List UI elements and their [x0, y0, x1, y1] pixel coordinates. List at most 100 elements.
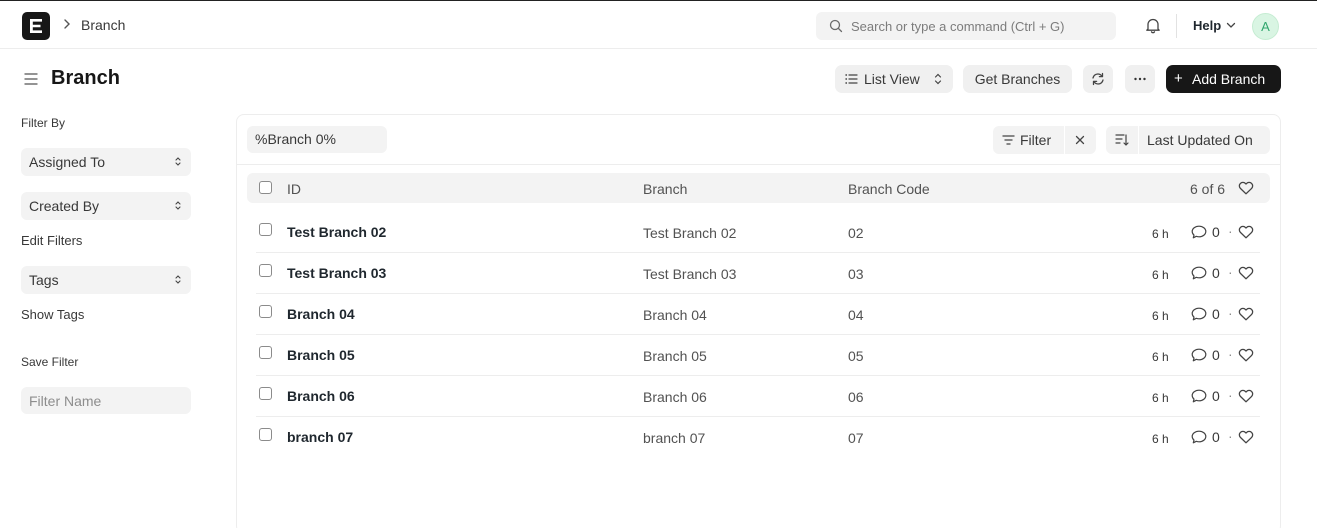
row-id-link[interactable]: Test Branch 02: [287, 224, 386, 240]
add-branch-button[interactable]: + Add Branch: [1166, 65, 1281, 93]
separator-dot: ·: [1228, 264, 1233, 280]
search-bar[interactable]: [816, 12, 1116, 40]
help-dropdown[interactable]: Help: [1193, 18, 1221, 33]
row-comment-count: 0: [1212, 347, 1220, 363]
tags-filter[interactable]: Tags: [21, 266, 191, 294]
row-modified-time: 6 h: [1152, 391, 1169, 405]
heart-icon[interactable]: [1238, 181, 1254, 195]
select-arrows-icon: [934, 73, 942, 85]
comment-icon[interactable]: [1191, 389, 1207, 403]
select-all-checkbox[interactable]: [259, 181, 272, 194]
row-modified-time: 6 h: [1152, 268, 1169, 282]
filter-button[interactable]: Filter: [993, 126, 1065, 154]
select-arrows-icon: [175, 157, 181, 166]
comment-icon[interactable]: [1191, 266, 1207, 280]
list-row[interactable]: Test Branch 03 Test Branch 03 03 6 h 0 ·: [247, 252, 1260, 293]
assigned-to-label: Assigned To: [29, 154, 106, 170]
show-tags-link[interactable]: Show Tags: [21, 307, 84, 322]
edit-filters-link[interactable]: Edit Filters: [21, 233, 82, 248]
navbar-divider: [1176, 14, 1177, 38]
row-modified-time: 6 h: [1152, 227, 1169, 241]
heart-icon[interactable]: [1238, 266, 1254, 280]
comment-icon[interactable]: [1191, 430, 1207, 444]
filter-icon: [1002, 135, 1015, 145]
list-view-label: List View: [864, 71, 920, 87]
row-branch-code: 03: [848, 266, 864, 282]
row-branch: Branch 04: [643, 307, 707, 323]
row-comment-count: 0: [1212, 306, 1220, 322]
created-by-label: Created By: [29, 198, 100, 214]
row-id-link[interactable]: Branch 06: [287, 388, 355, 404]
filter-by-heading: Filter By: [21, 116, 66, 130]
heart-icon[interactable]: [1238, 307, 1254, 321]
list-header: ID Branch Branch Code 6 of 6: [247, 173, 1270, 203]
sidebar-toggle-icon[interactable]: [24, 72, 38, 86]
assigned-to-filter[interactable]: Assigned To: [21, 148, 191, 176]
standard-filter-input[interactable]: %Branch 0%: [247, 126, 387, 153]
comment-icon[interactable]: [1191, 307, 1207, 321]
list-row[interactable]: Test Branch 02 Test Branch 02 02 6 h 0 ·: [247, 211, 1260, 252]
row-modified-time: 6 h: [1152, 309, 1169, 323]
more-horizontal-icon: [1134, 77, 1146, 81]
row-comment-count: 0: [1212, 265, 1220, 281]
row-checkbox[interactable]: [259, 387, 272, 400]
row-branch: Branch 05: [643, 348, 707, 364]
row-checkbox[interactable]: [259, 305, 272, 318]
breadcrumb-link[interactable]: Branch: [81, 17, 125, 33]
row-branch-code: 05: [848, 348, 864, 364]
comment-icon[interactable]: [1191, 348, 1207, 362]
row-comment-count: 0: [1212, 224, 1220, 240]
list-row[interactable]: Branch 05 Branch 05 05 6 h 0 ·: [247, 334, 1260, 375]
chevron-down-icon[interactable]: [1226, 22, 1236, 29]
row-checkbox[interactable]: [259, 223, 272, 236]
separator-dot: ·: [1228, 223, 1233, 239]
sort-direction-button[interactable]: [1106, 126, 1138, 154]
get-branches-button[interactable]: Get Branches: [963, 65, 1072, 93]
refresh-icon: [1092, 72, 1104, 86]
filter-group: Filter: [993, 126, 1096, 154]
row-id-link[interactable]: Branch 05: [287, 347, 355, 363]
app-logo[interactable]: [22, 12, 50, 40]
close-icon: [1075, 135, 1085, 145]
row-id-link[interactable]: Test Branch 03: [287, 265, 386, 281]
row-branch-code: 06: [848, 389, 864, 405]
row-branch-code: 07: [848, 430, 864, 446]
list-view-selector[interactable]: List View: [835, 65, 953, 93]
heart-icon[interactable]: [1238, 430, 1254, 444]
clear-filter-button[interactable]: [1065, 126, 1096, 154]
row-checkbox[interactable]: [259, 264, 272, 277]
heart-icon[interactable]: [1238, 389, 1254, 403]
row-checkbox[interactable]: [259, 346, 272, 359]
created-by-filter[interactable]: Created By: [21, 192, 191, 220]
logo-e-icon: [30, 19, 42, 33]
separator-dot: ·: [1228, 305, 1233, 321]
list-row[interactable]: Branch 06 Branch 06 06 6 h 0 ·: [247, 375, 1260, 416]
row-id-link[interactable]: Branch 04: [287, 306, 355, 322]
row-branch: Test Branch 03: [643, 266, 737, 282]
row-modified-time: 6 h: [1152, 432, 1169, 446]
separator-dot: ·: [1228, 428, 1233, 444]
user-avatar[interactable]: A: [1252, 13, 1279, 40]
sort-field-button[interactable]: Last Updated On: [1147, 126, 1253, 154]
page-title: Branch: [51, 67, 120, 89]
notification-bell-icon[interactable]: [1145, 17, 1161, 34]
search-input[interactable]: [851, 12, 1106, 40]
toolbar-separator: [237, 164, 1280, 165]
heart-icon[interactable]: [1238, 225, 1254, 239]
list-row[interactable]: branch 07 branch 07 07 6 h 0 ·: [247, 416, 1260, 457]
breadcrumb-chevron-icon: [64, 19, 70, 29]
row-branch: Branch 06: [643, 389, 707, 405]
add-branch-label: Add Branch: [1192, 71, 1266, 87]
sort-selector: Last Updated On: [1106, 126, 1270, 154]
row-branch: branch 07: [643, 430, 706, 446]
refresh-button[interactable]: [1083, 65, 1113, 93]
row-checkbox[interactable]: [259, 428, 272, 441]
filter-name-input[interactable]: [21, 387, 191, 414]
navbar: Branch Help A: [0, 0, 1317, 49]
list-row[interactable]: Branch 04 Branch 04 04 6 h 0 ·: [247, 293, 1260, 334]
row-branch: Test Branch 02: [643, 225, 737, 241]
heart-icon[interactable]: [1238, 348, 1254, 362]
comment-icon[interactable]: [1191, 225, 1207, 239]
row-id-link[interactable]: branch 07: [287, 429, 353, 445]
more-actions-button[interactable]: [1125, 65, 1155, 93]
